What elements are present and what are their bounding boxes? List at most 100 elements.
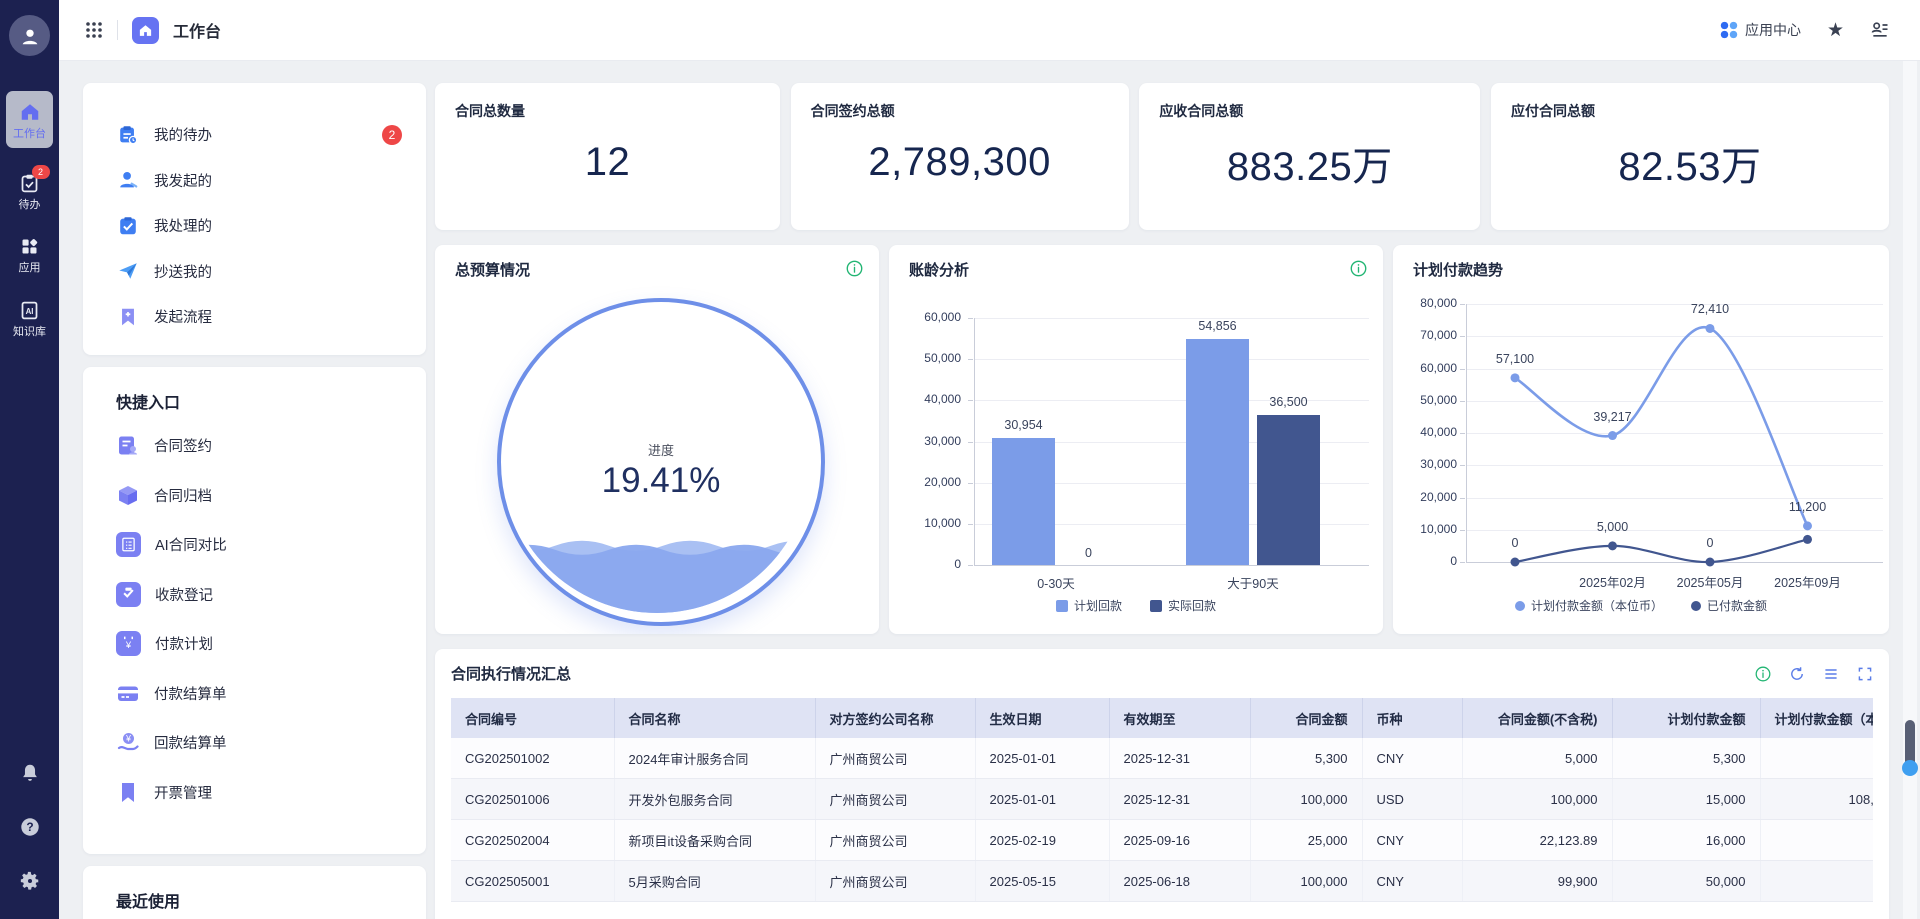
quick-item-receipt-register[interactable]: 收款登记 xyxy=(116,570,410,620)
quick-item-invoice-management[interactable]: 开票管理 xyxy=(116,768,410,818)
line-gridline xyxy=(1466,336,1883,337)
sidebar-item-initiated-by-me[interactable]: 我发起的 xyxy=(116,158,410,204)
bar-actual xyxy=(1257,415,1320,565)
table-cell: 100,000 xyxy=(1462,779,1612,820)
info-icon[interactable] xyxy=(846,260,863,282)
line-axis-tick xyxy=(1460,336,1465,337)
left-rail: 工作台 2 待办 应用 AI 知识库 ? xyxy=(0,0,59,919)
table-cell: 2025-06-18 xyxy=(1109,861,1250,902)
quick-entry-list: 合同签约 合同归档 AI合同对比 xyxy=(116,421,410,817)
rail-item-todo[interactable]: 2 待办 xyxy=(6,171,53,211)
bar-y-axis xyxy=(974,318,975,565)
quick-item-contract-signing[interactable]: 合同签约 xyxy=(116,421,410,471)
table-cell: 新项目it设备采购合同 xyxy=(614,820,815,861)
quick-item-ai-contract-compare[interactable]: AI合同对比 xyxy=(116,520,410,570)
apps-grid-icon xyxy=(18,234,42,258)
settings-gear-icon[interactable] xyxy=(0,870,59,892)
stat-value: 2,789,300 xyxy=(811,113,1109,212)
line-value-label: 11,200 xyxy=(1763,500,1853,514)
quick-item-label: 付款计划 xyxy=(155,633,213,654)
aging-analysis-card: 账龄分析 010,00020,00030,00040,00050,00060,0… xyxy=(889,245,1383,634)
notification-bell-icon[interactable] xyxy=(0,762,59,784)
legend-item[interactable]: 实际回款 xyxy=(1150,597,1216,614)
line-gridline xyxy=(1466,465,1883,466)
todo-count-badge: 2 xyxy=(382,125,402,145)
sidebar-item-my-todo[interactable]: 我的待办 2 xyxy=(116,112,410,158)
table-cell: 5,000 xyxy=(1462,738,1612,779)
fullscreen-icon[interactable] xyxy=(1857,666,1873,682)
page-scrollbar-knob[interactable] xyxy=(1902,760,1918,776)
person-icon xyxy=(116,168,140,192)
bar-y-tick-label: 20,000 xyxy=(901,475,961,489)
contract-sign-icon xyxy=(116,434,140,458)
svg-text:¥: ¥ xyxy=(125,640,132,650)
table-row[interactable]: CG2025050015月采购合同广州商贸公司2025-05-152025-06… xyxy=(451,861,1873,902)
table-cell: 2025-02-19 xyxy=(975,820,1109,861)
todo-badge: 2 xyxy=(32,165,50,179)
line-y-tick-label: 60,000 xyxy=(1397,361,1457,375)
legend-item[interactable]: 计划回款 xyxy=(1056,597,1122,614)
app-center-button[interactable]: 应用中心 xyxy=(1720,20,1801,40)
help-icon[interactable]: ? xyxy=(0,816,59,838)
table-cell: 2025-01-01 xyxy=(975,738,1109,779)
my-tasks-card: 我的待办 2 我发起的 我处理的 xyxy=(83,83,426,355)
refresh-icon[interactable] xyxy=(1789,666,1805,682)
bar-legend: 计划回款 实际回款 xyxy=(889,597,1383,614)
rail-item-workbench[interactable]: 工作台 xyxy=(6,91,53,148)
info-icon[interactable] xyxy=(1350,260,1367,282)
table-cell: 50,000 xyxy=(1612,861,1760,902)
line-axis-tick xyxy=(1460,465,1465,466)
quick-item-label: 回款结算单 xyxy=(154,732,227,753)
line-axis-tick xyxy=(1460,401,1465,402)
bar-value-label: 36,500 xyxy=(1244,395,1334,409)
rail-item-apps[interactable]: 应用 xyxy=(6,234,53,274)
quick-item-contract-archive[interactable]: 合同归档 xyxy=(116,471,410,521)
line-y-tick-label: 10,000 xyxy=(1397,522,1457,536)
table-scroll-area[interactable]: 合同编号合同名称对方签约公司名称生效日期有效期至合同金额币种合同金额(不含税)计… xyxy=(451,698,1873,902)
sidebar-item-processed-by-me[interactable]: 我处理的 xyxy=(116,203,410,249)
line-x-category-label: 2025年02月 xyxy=(1558,572,1668,591)
svg-text:?: ? xyxy=(26,820,33,834)
table-cell: 22,123.89 xyxy=(1462,820,1612,861)
avatar[interactable] xyxy=(9,15,50,56)
table-row[interactable]: CG202502004新项目it设备采购合同广州商贸公司2025-02-1920… xyxy=(451,820,1873,861)
quick-item-collection-statement[interactable]: ¥ 回款结算单 xyxy=(116,718,410,768)
quick-entry-card: 快捷入口 合同签约 合同归档 xyxy=(83,367,426,854)
table-cell: 25,000 xyxy=(1250,820,1362,861)
line-value-label: 57,100 xyxy=(1470,352,1560,366)
table-title: 合同执行情况汇总 xyxy=(451,663,571,684)
legend-swatch xyxy=(1150,600,1162,612)
table-row[interactable]: CG202501006开发外包服务合同广州商贸公司2025-01-012025-… xyxy=(451,779,1873,820)
home-icon xyxy=(18,100,42,124)
budget-gauge-card: 总预算情况 进度 19.41% xyxy=(435,245,879,634)
line-axis-tick xyxy=(1460,562,1465,563)
legend-dot xyxy=(1515,601,1525,611)
chart-title: 计划付款趋势 xyxy=(1413,259,1503,280)
legend-label: 计划付款金额（本位币） xyxy=(1531,597,1663,614)
info-icon[interactable] xyxy=(1755,666,1771,682)
waffle-menu-icon[interactable] xyxy=(85,21,103,39)
line-gridline xyxy=(1466,433,1883,434)
sidebar-item-start-process[interactable]: 发起流程 xyxy=(116,294,410,340)
top-bar: 工作台 应用中心 ★ xyxy=(59,0,1920,61)
favorite-star-icon[interactable]: ★ xyxy=(1827,21,1844,40)
table-header-cell: 对方签约公司名称 xyxy=(815,698,975,738)
contact-card-icon[interactable] xyxy=(1870,20,1890,40)
quick-item-payment-statement[interactable]: 付款结算单 xyxy=(116,669,410,719)
rail-item-knowledge[interactable]: AI 知识库 xyxy=(6,298,53,338)
chart-title: 账龄分析 xyxy=(909,259,969,280)
quick-item-payment-plan[interactable]: ¥ 付款计划 xyxy=(116,619,410,669)
gauge-text: 进度 19.41% xyxy=(501,440,821,501)
list-menu-icon[interactable] xyxy=(1823,666,1839,682)
legend-item[interactable]: 计划付款金额（本位币） xyxy=(1515,597,1663,614)
chart-title: 总预算情况 xyxy=(455,259,530,280)
table-row[interactable]: CG2025010022024年审计服务合同广州商贸公司2025-01-0120… xyxy=(451,738,1873,779)
table-header-row: 合同编号合同名称对方签约公司名称生效日期有效期至合同金额币种合同金额(不含税)计… xyxy=(451,698,1873,738)
bar-axis-tick xyxy=(968,400,973,401)
line-y-tick-label: 70,000 xyxy=(1397,328,1457,342)
legend-item[interactable]: 已付款金额 xyxy=(1691,597,1767,614)
sidebar-item-cc-to-me[interactable]: 抄送我的 xyxy=(116,249,410,295)
line-value-label: 72,410 xyxy=(1665,302,1755,316)
workbench-home-icon[interactable] xyxy=(132,17,159,44)
page-scrollbar-track[interactable] xyxy=(1903,60,1917,919)
